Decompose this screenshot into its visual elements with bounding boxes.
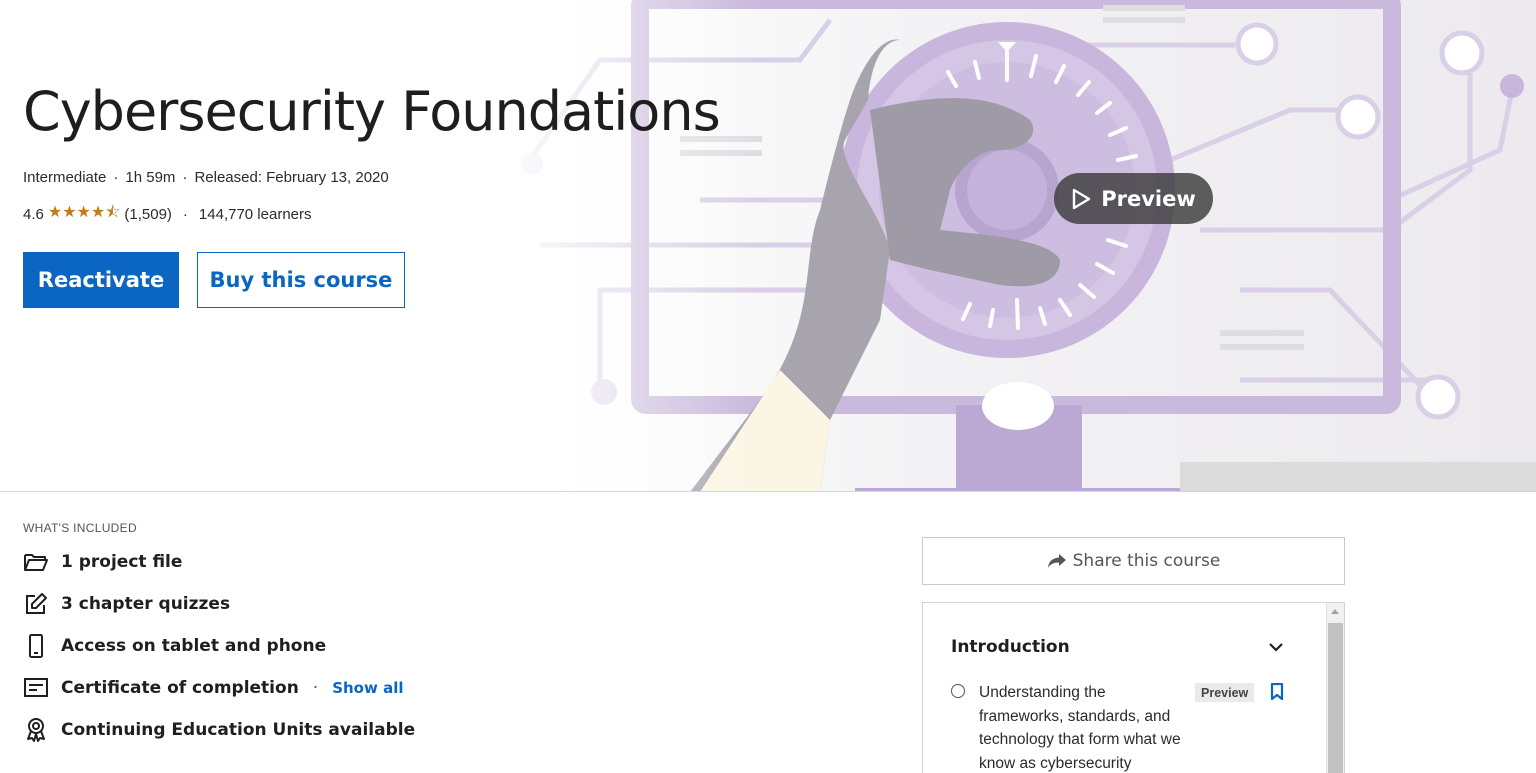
chapter-title: Introduction	[951, 637, 1070, 657]
separator: ·	[312, 678, 319, 698]
included-item-label: Continuing Education Units available	[61, 720, 416, 740]
scroll-up-icon[interactable]	[1331, 609, 1339, 614]
buy-course-button[interactable]: Buy this course	[197, 252, 405, 308]
phone-icon	[29, 634, 43, 658]
included-item-project-file: 1 project file	[23, 547, 182, 577]
preview-button[interactable]: Preview	[1054, 173, 1213, 224]
separator: ·	[113, 169, 119, 186]
separator: ·	[182, 169, 188, 186]
included-heading: WHAT'S INCLUDED	[23, 521, 137, 535]
chevron-down-icon[interactable]	[1268, 639, 1284, 655]
course-contents-panel: Introduction Understanding the framework…	[922, 602, 1345, 773]
page-title: Cybersecurity Foundations	[23, 80, 721, 143]
bookmark-icon[interactable]	[1270, 683, 1284, 701]
included-item-ceu: Continuing Education Units available	[23, 715, 415, 745]
scrollbar[interactable]	[1326, 603, 1344, 773]
rating-count: (1,509)	[124, 206, 172, 223]
included-item-label: Access on tablet and phone	[61, 636, 327, 656]
included-item-label: Certificate of completion	[61, 678, 299, 698]
play-icon	[1073, 188, 1091, 209]
included-item-quizzes: 3 chapter quizzes	[23, 589, 230, 619]
course-meta: Intermediate · 1h 59m · Released: February 1…	[23, 169, 389, 186]
course-released: Released: February 13, 2020	[194, 169, 389, 186]
lesson-preview-badge: Preview	[1195, 683, 1255, 702]
hero-fade-overlay	[0, 0, 760, 492]
share-icon	[1047, 554, 1066, 568]
folder-icon	[24, 554, 48, 571]
share-course-button[interactable]: Share this course	[922, 537, 1345, 585]
show-all-link[interactable]: Show all	[332, 679, 403, 697]
separator: ·	[182, 206, 188, 223]
award-icon	[27, 718, 45, 742]
course-rating: 4.6 ★★★★⯪ (1,509) · 144,770 learners	[23, 201, 312, 228]
course-level: Intermediate	[23, 169, 107, 186]
included-item-mobile: Access on tablet and phone	[23, 631, 326, 661]
scrollbar-thumb[interactable]	[1328, 623, 1343, 773]
preview-label: Preview	[1101, 186, 1196, 211]
certificate-icon	[24, 678, 48, 697]
star-rating-icon: ★★★★⯪	[47, 204, 121, 221]
reactivate-button[interactable]: Reactivate	[23, 252, 179, 308]
edit-icon	[26, 593, 47, 614]
learner-count: 144,770 learners	[198, 206, 312, 223]
share-label: Share this course	[1072, 551, 1221, 571]
lesson-title[interactable]: Understanding the frameworks, standards,…	[979, 681, 1184, 773]
included-item-label: 3 chapter quizzes	[61, 594, 231, 614]
rating-value: 4.6	[23, 206, 44, 223]
lesson-status-icon	[951, 684, 965, 698]
course-duration: 1h 59m	[125, 169, 176, 186]
included-item-certificate: Certificate of completion · Show all	[23, 673, 403, 703]
divider	[0, 491, 1536, 492]
course-hero: Cybersecurity Foundations Intermediate · 1…	[0, 0, 1536, 492]
included-item-label: 1 project file	[61, 552, 183, 572]
